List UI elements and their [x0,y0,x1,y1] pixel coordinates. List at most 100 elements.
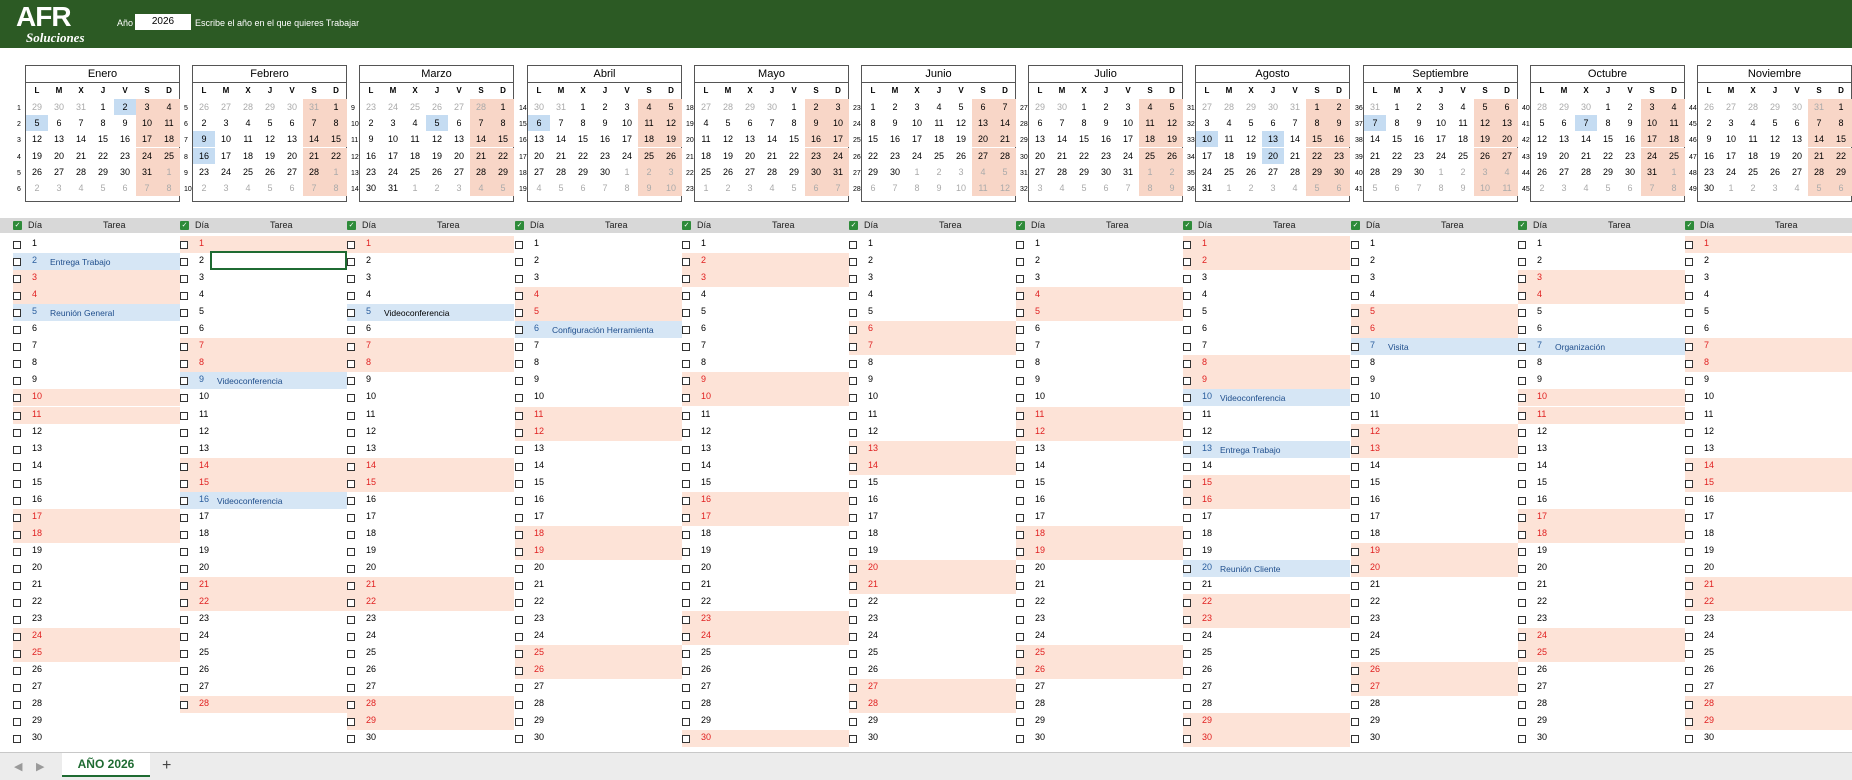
task-checkbox[interactable] [1351,326,1359,334]
task-checkbox[interactable] [347,241,355,249]
calendar-day[interactable]: 5 [660,99,682,115]
task-checkbox[interactable] [1183,667,1191,675]
calendar-day[interactable]: 20 [281,148,303,164]
task-checkbox[interactable] [1351,548,1359,556]
task-checkbox[interactable] [1183,292,1191,300]
calendar-day[interactable]: 2 [1408,99,1430,115]
calendar-day[interactable]: 23 [884,148,906,164]
calendar-day[interactable]: 9 [1095,115,1117,131]
task-checkbox[interactable] [347,343,355,351]
task-checkbox[interactable] [347,463,355,471]
task-checkbox[interactable] [13,309,21,317]
task-checkbox[interactable] [1351,394,1359,402]
task-checkbox[interactable] [1016,343,1024,351]
task-checkbox[interactable] [515,650,523,658]
calendar-day[interactable]: 23 [360,99,382,115]
task-checkbox[interactable] [1518,446,1526,454]
calendar-day[interactable]: 6 [48,115,70,131]
calendar-day[interactable]: 31 [1808,99,1830,115]
select-all-checkbox[interactable]: ✓ [347,221,356,230]
add-sheet-icon[interactable]: + [162,757,171,775]
calendar-day[interactable]: 5 [994,163,1016,180]
calendar-day[interactable]: 7 [761,115,783,131]
calendar-day[interactable]: 29 [1830,163,1852,180]
calendar-day[interactable]: 8 [616,180,638,196]
calendar-day[interactable]: 24 [382,99,404,115]
calendar-day[interactable]: 28 [1742,99,1764,115]
task-checkbox[interactable] [13,429,21,437]
calendar-day[interactable]: 1 [783,99,805,115]
calendar-day[interactable]: 14 [70,131,92,147]
calendar-day[interactable]: 3 [136,99,158,115]
calendar-day[interactable]: 1 [616,164,638,180]
calendar-day[interactable]: 7 [1575,115,1597,132]
calendar-day[interactable]: 7 [827,180,849,196]
task-checkbox[interactable] [1351,514,1359,522]
calendar-day[interactable]: 13 [528,131,550,147]
task-checkbox[interactable] [1685,275,1693,283]
calendar-day[interactable]: 5 [950,99,972,115]
task-checkbox[interactable] [682,377,690,385]
calendar-day[interactable]: 30 [805,163,827,180]
calendar-day[interactable]: 11 [638,115,660,132]
task-checkbox[interactable] [347,548,355,556]
task-checkbox[interactable] [1183,514,1191,522]
calendar-day[interactable]: 4 [1786,180,1808,196]
calendar-day[interactable]: 16 [114,131,136,147]
task-checkbox[interactable] [849,394,857,402]
calendar-day[interactable]: 4 [1218,115,1240,131]
calendar-day[interactable]: 18 [158,131,180,148]
task-checkbox[interactable] [347,735,355,743]
calendar-day[interactable]: 5 [1531,115,1553,131]
calendar-day[interactable]: 10 [1117,115,1139,131]
task-checkbox[interactable] [1685,241,1693,249]
task-checkbox[interactable] [1518,275,1526,283]
calendar-day[interactable]: 26 [1764,164,1786,180]
calendar-day[interactable]: 27 [739,164,761,180]
calendar-day[interactable]: 10 [382,131,404,147]
calendar-day[interactable]: 30 [281,99,303,115]
calendar-day[interactable]: 10 [215,131,237,147]
calendar-day[interactable]: 17 [382,148,404,164]
calendar-day[interactable]: 6 [1029,115,1051,131]
calendar-day[interactable]: 8 [325,180,347,196]
task-checkbox[interactable] [180,497,188,505]
calendar-day[interactable]: 28 [1531,99,1553,115]
calendar-day[interactable]: 5 [1808,180,1830,196]
task-checkbox[interactable] [1518,360,1526,368]
calendar-day[interactable]: 10 [906,115,928,131]
calendar-day[interactable]: 30 [360,180,382,196]
task-checkbox[interactable] [347,326,355,334]
select-all-checkbox[interactable]: ✓ [180,221,189,230]
task-checkbox[interactable] [682,275,690,283]
calendar-day[interactable]: 25 [404,164,426,180]
calendar-day[interactable]: 2 [1531,180,1553,196]
task-checkbox[interactable] [1351,582,1359,590]
calendar-day[interactable]: 24 [906,148,928,164]
calendar-day[interactable]: 18 [638,131,660,148]
task-checkbox[interactable] [13,565,21,573]
task-checkbox[interactable] [1351,701,1359,709]
task-checkbox[interactable] [13,650,21,658]
calendar-day[interactable]: 8 [1597,115,1619,131]
calendar-day[interactable]: 30 [1786,99,1808,115]
task-checkbox[interactable] [13,463,21,471]
task-checkbox[interactable] [1016,548,1024,556]
task-checkbox[interactable] [1685,582,1693,590]
task-checkbox[interactable] [180,412,188,420]
calendar-day[interactable]: 25 [1663,147,1685,164]
task-checkbox[interactable] [1351,599,1359,607]
calendar-day[interactable]: 8 [1663,180,1685,196]
calendar-day[interactable]: 3 [827,99,849,115]
calendar-day[interactable]: 6 [572,180,594,196]
calendar-day[interactable]: 6 [1830,180,1852,196]
calendar-day[interactable]: 1 [404,180,426,196]
calendar-day[interactable]: 7 [594,180,616,196]
task-checkbox[interactable] [1518,667,1526,675]
task-checkbox[interactable] [1183,463,1191,471]
task-checkbox[interactable] [849,292,857,300]
task-checkbox[interactable] [515,360,523,368]
calendar-day[interactable]: 8 [1430,180,1452,196]
calendar-day[interactable]: 25 [1452,148,1474,164]
task-checkbox[interactable] [13,667,21,675]
